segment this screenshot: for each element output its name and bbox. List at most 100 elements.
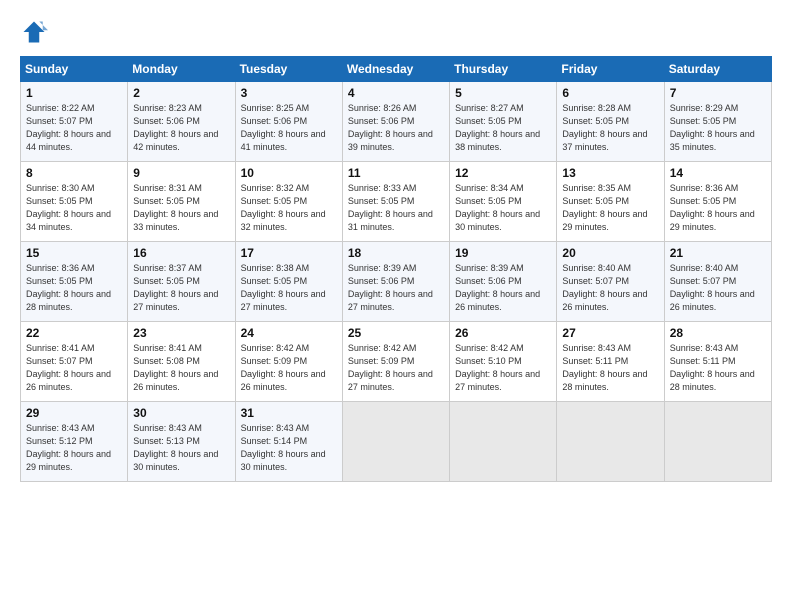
calendar-cell: 14 Sunrise: 8:36 AMSunset: 5:05 PMDayligh… xyxy=(664,162,771,242)
day-info: Sunrise: 8:38 AMSunset: 5:05 PMDaylight:… xyxy=(241,262,338,314)
day-info: Sunrise: 8:41 AMSunset: 5:07 PMDaylight:… xyxy=(26,342,123,394)
logo-icon xyxy=(20,18,48,46)
calendar-week-row: 1Sunrise: 8:22 AMSunset: 5:07 PMDaylight… xyxy=(21,82,772,162)
day-info: Sunrise: 8:26 AMSunset: 5:06 PMDaylight:… xyxy=(348,102,445,154)
day-info: Sunrise: 8:23 AMSunset: 5:06 PMDaylight:… xyxy=(133,102,230,154)
day-number: 18 xyxy=(348,246,445,260)
weekday-header-sunday: Sunday xyxy=(21,57,128,82)
day-number: 5 xyxy=(455,86,552,100)
calendar-cell xyxy=(664,402,771,482)
day-number: 27 xyxy=(562,326,659,340)
day-number: 7 xyxy=(670,86,767,100)
day-number: 8 xyxy=(26,166,123,180)
calendar-cell: 23 Sunrise: 8:41 AMSunset: 5:08 PMDayligh… xyxy=(128,322,235,402)
weekday-header-thursday: Thursday xyxy=(450,57,557,82)
day-number: 12 xyxy=(455,166,552,180)
calendar-cell: 6Sunrise: 8:28 AMSunset: 5:05 PMDaylight… xyxy=(557,82,664,162)
calendar-cell: 26 Sunrise: 8:42 AMSunset: 5:10 PMDayligh… xyxy=(450,322,557,402)
day-info: Sunrise: 8:29 AMSunset: 5:05 PMDaylight:… xyxy=(670,102,767,154)
calendar-week-row: 15 Sunrise: 8:36 AMSunset: 5:05 PMDayligh… xyxy=(21,242,772,322)
calendar-cell: 24 Sunrise: 8:42 AMSunset: 5:09 PMDayligh… xyxy=(235,322,342,402)
day-number: 20 xyxy=(562,246,659,260)
weekday-header-monday: Monday xyxy=(128,57,235,82)
logo xyxy=(20,18,52,46)
day-number: 4 xyxy=(348,86,445,100)
day-info: Sunrise: 8:43 AMSunset: 5:11 PMDaylight:… xyxy=(562,342,659,394)
weekday-header-tuesday: Tuesday xyxy=(235,57,342,82)
calendar-cell: 31 Sunrise: 8:43 AMSunset: 5:14 PMDayligh… xyxy=(235,402,342,482)
calendar-cell: 11Sunrise: 8:33 AMSunset: 5:05 PMDayligh… xyxy=(342,162,449,242)
day-info: Sunrise: 8:42 AMSunset: 5:10 PMDaylight:… xyxy=(455,342,552,394)
calendar-cell: 4 Sunrise: 8:26 AMSunset: 5:06 PMDaylight… xyxy=(342,82,449,162)
weekday-header-wednesday: Wednesday xyxy=(342,57,449,82)
calendar-cell: 9Sunrise: 8:31 AMSunset: 5:05 PMDaylight… xyxy=(128,162,235,242)
day-number: 23 xyxy=(133,326,230,340)
day-number: 14 xyxy=(670,166,767,180)
day-info: Sunrise: 8:25 AMSunset: 5:06 PMDaylight:… xyxy=(241,102,338,154)
calendar-cell: 13 Sunrise: 8:35 AMSunset: 5:05 PMDayligh… xyxy=(557,162,664,242)
calendar-cell: 19Sunrise: 8:39 AMSunset: 5:06 PMDayligh… xyxy=(450,242,557,322)
day-info: Sunrise: 8:39 AMSunset: 5:06 PMDaylight:… xyxy=(348,262,445,314)
calendar-week-row: 22 Sunrise: 8:41 AMSunset: 5:07 PMDayligh… xyxy=(21,322,772,402)
day-number: 25 xyxy=(348,326,445,340)
calendar-page: SundayMondayTuesdayWednesdayThursdayFrid… xyxy=(0,0,792,612)
day-number: 13 xyxy=(562,166,659,180)
day-number: 21 xyxy=(670,246,767,260)
day-info: Sunrise: 8:37 AMSunset: 5:05 PMDaylight:… xyxy=(133,262,230,314)
day-number: 15 xyxy=(26,246,123,260)
calendar-cell xyxy=(450,402,557,482)
day-number: 3 xyxy=(241,86,338,100)
weekday-header-row: SundayMondayTuesdayWednesdayThursdayFrid… xyxy=(21,57,772,82)
day-number: 9 xyxy=(133,166,230,180)
calendar-cell: 15 Sunrise: 8:36 AMSunset: 5:05 PMDayligh… xyxy=(21,242,128,322)
weekday-header-saturday: Saturday xyxy=(664,57,771,82)
day-info: Sunrise: 8:43 AMSunset: 5:14 PMDaylight:… xyxy=(241,422,338,474)
day-info: Sunrise: 8:42 AMSunset: 5:09 PMDaylight:… xyxy=(241,342,338,394)
calendar-cell: 28 Sunrise: 8:43 AMSunset: 5:11 PMDayligh… xyxy=(664,322,771,402)
day-info: Sunrise: 8:36 AMSunset: 5:05 PMDaylight:… xyxy=(670,182,767,234)
day-number: 22 xyxy=(26,326,123,340)
day-number: 19 xyxy=(455,246,552,260)
day-number: 31 xyxy=(241,406,338,420)
calendar-cell: 18 Sunrise: 8:39 AMSunset: 5:06 PMDayligh… xyxy=(342,242,449,322)
day-info: Sunrise: 8:43 AMSunset: 5:11 PMDaylight:… xyxy=(670,342,767,394)
day-info: Sunrise: 8:35 AMSunset: 5:05 PMDaylight:… xyxy=(562,182,659,234)
calendar-cell: 30Sunrise: 8:43 AMSunset: 5:13 PMDayligh… xyxy=(128,402,235,482)
day-info: Sunrise: 8:43 AMSunset: 5:13 PMDaylight:… xyxy=(133,422,230,474)
header xyxy=(20,18,772,46)
day-number: 16 xyxy=(133,246,230,260)
day-info: Sunrise: 8:40 AMSunset: 5:07 PMDaylight:… xyxy=(670,262,767,314)
calendar-cell: 22 Sunrise: 8:41 AMSunset: 5:07 PMDayligh… xyxy=(21,322,128,402)
calendar-week-row: 8 Sunrise: 8:30 AMSunset: 5:05 PMDaylight… xyxy=(21,162,772,242)
day-number: 10 xyxy=(241,166,338,180)
day-number: 29 xyxy=(26,406,123,420)
calendar-cell: 7 Sunrise: 8:29 AMSunset: 5:05 PMDaylight… xyxy=(664,82,771,162)
day-info: Sunrise: 8:30 AMSunset: 5:05 PMDaylight:… xyxy=(26,182,123,234)
calendar-cell xyxy=(557,402,664,482)
day-number: 2 xyxy=(133,86,230,100)
calendar-cell xyxy=(342,402,449,482)
calendar-cell: 25Sunrise: 8:42 AMSunset: 5:09 PMDayligh… xyxy=(342,322,449,402)
calendar-cell: 3 Sunrise: 8:25 AMSunset: 5:06 PMDaylight… xyxy=(235,82,342,162)
calendar-cell: 20Sunrise: 8:40 AMSunset: 5:07 PMDayligh… xyxy=(557,242,664,322)
day-number: 24 xyxy=(241,326,338,340)
calendar-cell: 27 Sunrise: 8:43 AMSunset: 5:11 PMDayligh… xyxy=(557,322,664,402)
day-number: 26 xyxy=(455,326,552,340)
calendar-cell: 2 Sunrise: 8:23 AMSunset: 5:06 PMDaylight… xyxy=(128,82,235,162)
day-info: Sunrise: 8:27 AMSunset: 5:05 PMDaylight:… xyxy=(455,102,552,154)
day-number: 28 xyxy=(670,326,767,340)
day-info: Sunrise: 8:36 AMSunset: 5:05 PMDaylight:… xyxy=(26,262,123,314)
day-info: Sunrise: 8:43 AMSunset: 5:12 PMDaylight:… xyxy=(26,422,123,474)
calendar-cell: 16 Sunrise: 8:37 AMSunset: 5:05 PMDayligh… xyxy=(128,242,235,322)
day-number: 11 xyxy=(348,166,445,180)
calendar-cell: 5 Sunrise: 8:27 AMSunset: 5:05 PMDaylight… xyxy=(450,82,557,162)
day-info: Sunrise: 8:32 AMSunset: 5:05 PMDaylight:… xyxy=(241,182,338,234)
day-number: 17 xyxy=(241,246,338,260)
day-info: Sunrise: 8:41 AMSunset: 5:08 PMDaylight:… xyxy=(133,342,230,394)
day-number: 6 xyxy=(562,86,659,100)
calendar-cell: 1Sunrise: 8:22 AMSunset: 5:07 PMDaylight… xyxy=(21,82,128,162)
calendar-table: SundayMondayTuesdayWednesdayThursdayFrid… xyxy=(20,56,772,482)
calendar-week-row: 29 Sunrise: 8:43 AMSunset: 5:12 PMDayligh… xyxy=(21,402,772,482)
day-info: Sunrise: 8:34 AMSunset: 5:05 PMDaylight:… xyxy=(455,182,552,234)
day-info: Sunrise: 8:22 AMSunset: 5:07 PMDaylight:… xyxy=(26,102,123,154)
